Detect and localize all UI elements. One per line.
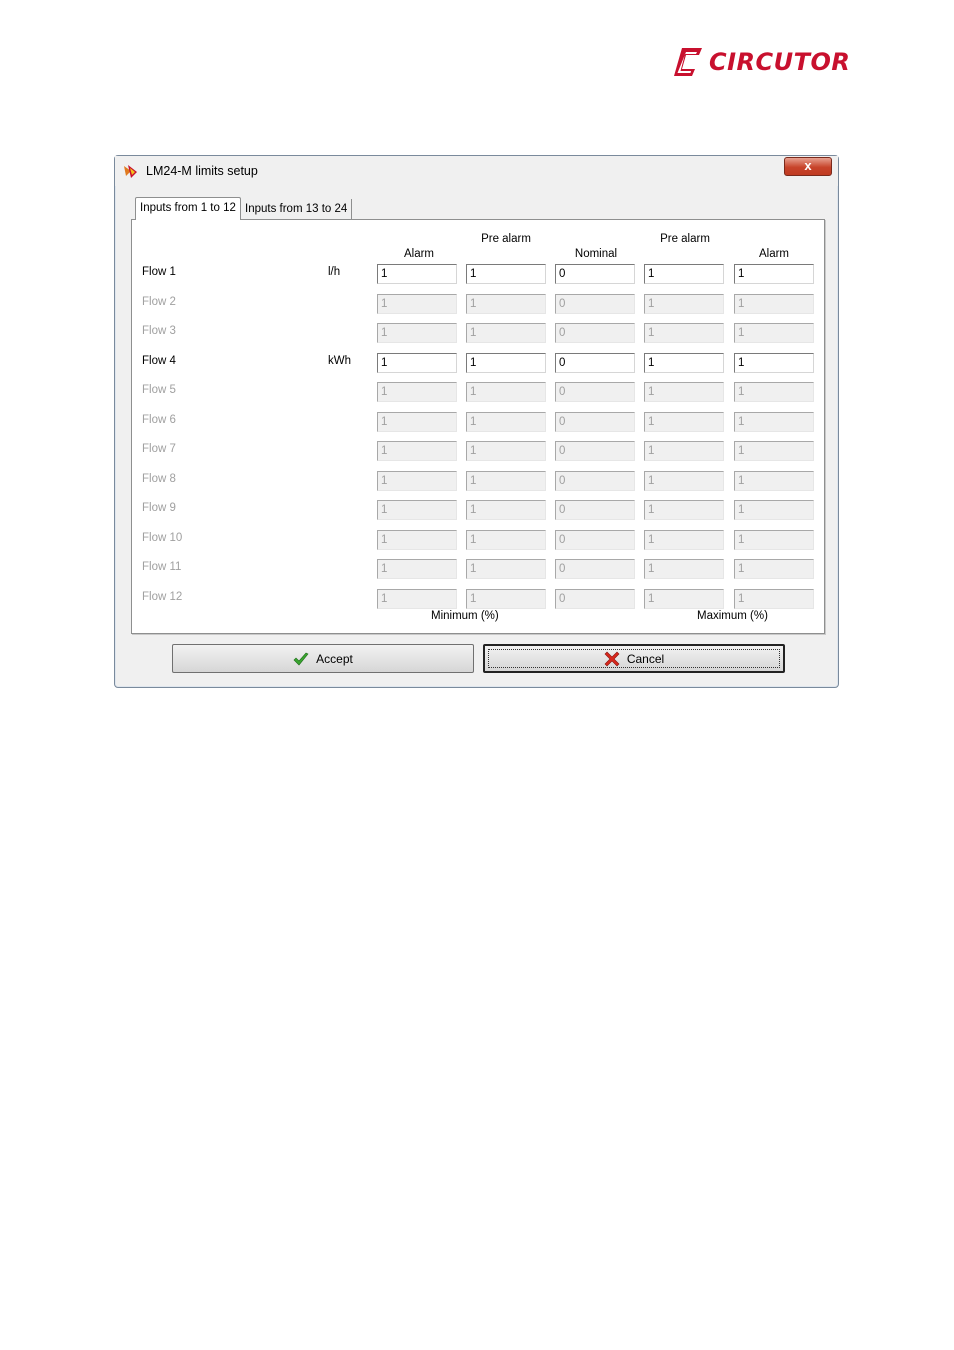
row-label: Flow 10 [142, 532, 183, 544]
prealarm-min-input[interactable]: 1 [466, 353, 546, 373]
row-label: Flow 11 [142, 561, 182, 573]
prealarm-min-input: 1 [466, 589, 546, 609]
tab-inputs-13-24[interactable]: Inputs from 13 to 24 [241, 199, 353, 220]
prealarm-max-input: 1 [644, 294, 724, 314]
prealarm-min-input: 1 [466, 530, 546, 550]
prealarm-max-input: 1 [644, 382, 724, 402]
accept-button[interactable]: Accept [172, 644, 474, 673]
prealarm-min-input: 1 [466, 382, 546, 402]
row-unit: l/h [328, 266, 341, 278]
nominal-input: 0 [555, 530, 635, 550]
row-label: Flow 9 [142, 502, 176, 514]
title-bar[interactable]: LM24-M limits setup x [115, 156, 838, 186]
alarm-min-input: 1 [377, 559, 457, 579]
row-label: Flow 4 [142, 355, 176, 367]
alarm-max-input: 1 [734, 412, 814, 432]
alarm-min-input: 1 [377, 589, 457, 609]
nominal-input[interactable]: 0 [555, 264, 635, 284]
alarm-max-input: 1 [734, 530, 814, 550]
prealarm-max-input[interactable]: 1 [644, 264, 724, 284]
prealarm-min-input: 1 [466, 412, 546, 432]
alarm-min-input: 1 [377, 382, 457, 402]
alarm-max-input[interactable]: 1 [734, 264, 814, 284]
header-prealarm-max: Pre alarm [660, 233, 710, 245]
nominal-input: 0 [555, 323, 635, 343]
close-icon: x [804, 158, 812, 173]
prealarm-max-input: 1 [644, 412, 724, 432]
prealarm-max-input[interactable]: 1 [644, 353, 724, 373]
checkmark-icon [293, 652, 309, 665]
prealarm-min-input: 1 [466, 294, 546, 314]
prealarm-max-input: 1 [644, 589, 724, 609]
row-label: Flow 2 [142, 296, 176, 308]
alarm-min-input: 1 [377, 412, 457, 432]
prealarm-max-input: 1 [644, 471, 724, 491]
header-nominal: Nominal [574, 248, 618, 260]
prealarm-max-input: 1 [644, 559, 724, 579]
row-label: Flow 8 [142, 473, 176, 485]
row-unit: kWh [328, 355, 351, 367]
focus-rectangle [488, 649, 780, 668]
prealarm-max-input: 1 [644, 441, 724, 461]
prealarm-min-input: 1 [466, 323, 546, 343]
accept-label: Accept [316, 651, 353, 666]
alarm-min-input: 1 [377, 530, 457, 550]
alarm-min-input: 1 [377, 500, 457, 520]
alarm-max-input: 1 [734, 589, 814, 609]
window-title: LM24-M limits setup [146, 164, 258, 178]
maximum-label: Maximum (%) [697, 610, 768, 622]
row-label: Flow 1 [142, 266, 176, 278]
header-prealarm-min: Pre alarm [481, 233, 531, 245]
nominal-input[interactable]: 0 [555, 353, 635, 373]
alarm-min-input: 1 [377, 294, 457, 314]
nominal-input: 0 [555, 500, 635, 520]
row-label: Flow 6 [142, 414, 176, 426]
row-label: Flow 12 [142, 591, 183, 603]
prealarm-max-input: 1 [644, 530, 724, 550]
brand-logo: CIRCUTOR [672, 44, 850, 80]
prealarm-max-input: 1 [644, 500, 724, 520]
alarm-max-input[interactable]: 1 [734, 353, 814, 373]
alarm-min-input: 1 [377, 441, 457, 461]
prealarm-min-input: 1 [466, 441, 546, 461]
prealarm-min-input[interactable]: 1 [466, 264, 546, 284]
nominal-input: 0 [555, 441, 635, 461]
alarm-max-input: 1 [734, 294, 814, 314]
alarm-max-input: 1 [734, 500, 814, 520]
prealarm-min-input: 1 [466, 500, 546, 520]
nominal-input: 0 [555, 589, 635, 609]
row-label: Flow 7 [142, 443, 176, 455]
cancel-button[interactable]: Cancel [483, 644, 785, 673]
app-icon [124, 165, 137, 178]
nominal-input: 0 [555, 412, 635, 432]
minimum-label: Minimum (%) [431, 610, 499, 622]
alarm-max-input: 1 [734, 471, 814, 491]
header-alarm-max: Alarm [758, 248, 790, 260]
alarm-max-input: 1 [734, 382, 814, 402]
circutor-logo-icon [674, 48, 702, 76]
close-button[interactable]: x [784, 157, 832, 176]
nominal-input: 0 [555, 559, 635, 579]
alarm-min-input: 1 [377, 323, 457, 343]
nominal-input: 0 [555, 471, 635, 491]
alarm-max-input: 1 [734, 441, 814, 461]
limits-setup-dialog: LM24-M limits setup x Inputs from 1 to 1… [114, 155, 839, 688]
alarm-min-input: 1 [377, 471, 457, 491]
tab-panel: Alarm Pre alarm Nominal Pre alarm Alarm … [131, 219, 825, 634]
alarm-max-input: 1 [734, 323, 814, 343]
row-label: Flow 3 [142, 325, 176, 337]
nominal-input: 0 [555, 382, 635, 402]
alarm-min-input[interactable]: 1 [377, 264, 457, 284]
row-label: Flow 5 [142, 384, 176, 396]
prealarm-max-input: 1 [644, 323, 724, 343]
brand-logo-text: CIRCUTOR [709, 48, 851, 76]
prealarm-min-input: 1 [466, 559, 546, 579]
alarm-max-input: 1 [734, 559, 814, 579]
alarm-min-input[interactable]: 1 [377, 353, 457, 373]
tab-inputs-1-12[interactable]: Inputs from 1 to 12 [135, 197, 241, 220]
header-alarm-min: Alarm [403, 248, 435, 260]
nominal-input: 0 [555, 294, 635, 314]
prealarm-min-input: 1 [466, 471, 546, 491]
